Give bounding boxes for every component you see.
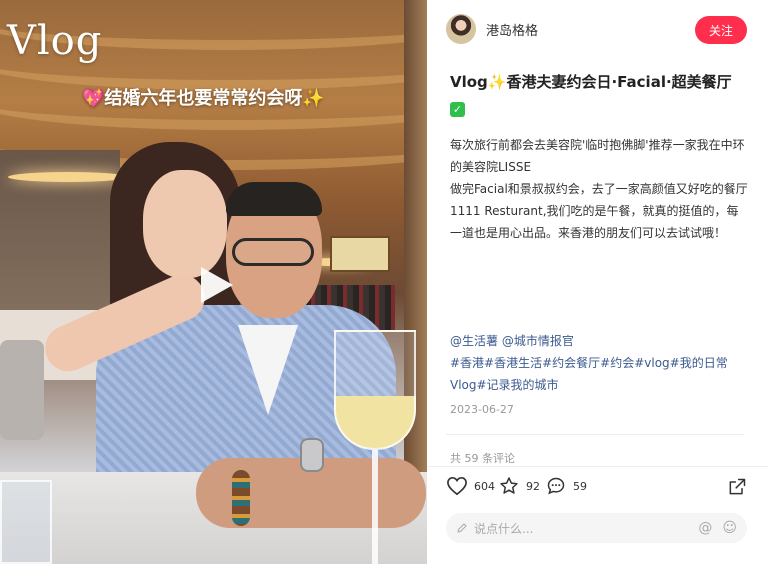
post-body: 每次旅行前都会去美容院'临时抱佛脚'推荐一家我在中环的美容院LISSE 做完Fa… [450, 134, 750, 244]
comment-count: 共 59 条评论 [450, 452, 515, 465]
man-hair [226, 182, 322, 216]
hashtags-link[interactable]: #香港#香港生活#约会餐厅#约会#vlog#我的日常Vlog#记录我的城市 [450, 352, 750, 396]
post-body-paragraph: 做完Facial和景叔叔约会，去了一家高颜值又好吃的餐厅 1111 Restur… [450, 182, 748, 240]
emoji-icon[interactable]: ☺ [722, 520, 737, 536]
post-media[interactable]: Vlog 💖结婚六年也要常常约会呀✨ [0, 0, 427, 564]
heart-icon [447, 476, 467, 496]
woman-face [143, 170, 227, 278]
at-icon[interactable]: @ [698, 520, 712, 536]
divider [446, 434, 744, 435]
collect-count: 92 [526, 479, 540, 493]
post-title-text: Vlog✨香港夫妻约会日·Facial·超美餐厅 [450, 73, 732, 91]
chat-bubble-icon [547, 477, 565, 495]
restaurant-sign [330, 236, 390, 272]
post-title: Vlog✨香港夫妻约会日·Facial·超美餐厅 ✓ [450, 70, 750, 118]
follow-button[interactable]: 关注 [695, 16, 747, 44]
post-body-paragraph: 每次旅行前都会去美容院'临时抱佛脚'推荐一家我在中环的美容院LISSE [450, 138, 745, 174]
star-icon [500, 477, 518, 494]
water-glass [0, 480, 52, 564]
pencil-icon [457, 523, 467, 533]
comment-button[interactable]: 59 [545, 476, 587, 496]
comment-count-small: 59 [573, 479, 587, 493]
comment-input[interactable]: 说点什么... @ ☺ [446, 513, 747, 543]
divider [427, 466, 768, 467]
bracelet [232, 470, 250, 526]
collect-button[interactable]: 92 [498, 476, 540, 496]
post-detail-panel: 港岛格格 关注 Vlog✨香港夫妻约会日·Facial·超美餐厅 ✓ 每次旅行前… [427, 0, 768, 564]
author-name[interactable]: 港岛格格 [486, 20, 538, 39]
media-overlay-title: Vlog [7, 18, 103, 64]
share-button[interactable] [727, 477, 747, 501]
post-date: 2023-06-27 [450, 403, 514, 416]
chair [0, 340, 44, 440]
mentions-link[interactable]: @生活薯 @城市情报官 [450, 330, 750, 352]
media-overlay-caption: 💖结婚六年也要常常约会呀✨ [82, 88, 325, 109]
post-tags: @生活薯 @城市情报官 #香港#香港生活#约会餐厅#约会#vlog#我的日常Vl… [450, 330, 750, 396]
like-button[interactable]: 604 [446, 476, 495, 496]
play-icon[interactable] [193, 263, 237, 307]
wine-glass-stem [372, 450, 378, 564]
watch [300, 438, 324, 472]
share-icon [729, 478, 746, 495]
like-count: 604 [474, 479, 495, 493]
author-avatar[interactable] [446, 14, 476, 44]
check-badge-icon: ✓ [450, 102, 465, 117]
wine-glass [334, 330, 416, 450]
comment-placeholder: 说点什么... [474, 521, 534, 536]
glasses [232, 238, 314, 266]
lamp [8, 172, 128, 182]
